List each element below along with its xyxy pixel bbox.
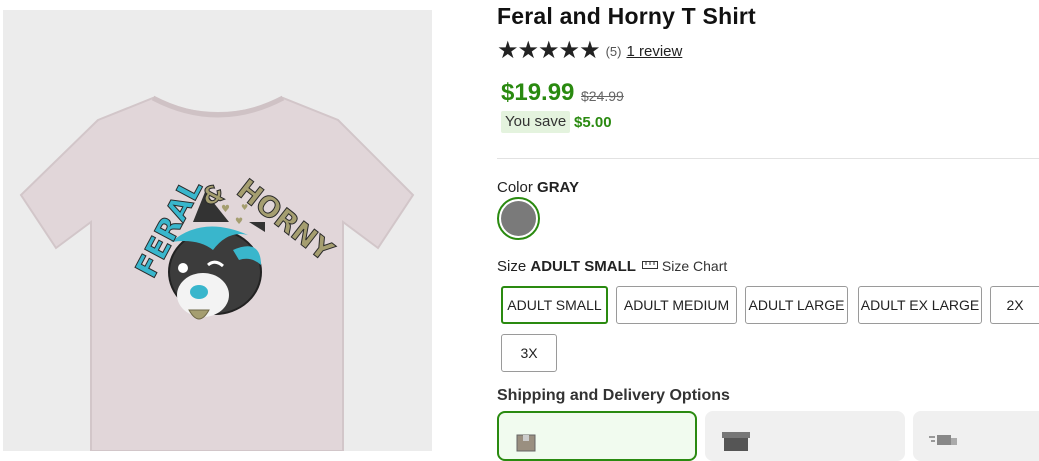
svg-text:♥: ♥ (235, 217, 243, 227)
star-icon: ★ (517, 37, 540, 64)
tshirt-illustration: ♥ ♥ ♥ FERAL & HORNY (19, 95, 415, 451)
current-price: $19.99 (501, 79, 575, 106)
shipping-option-standard[interactable] (497, 411, 697, 461)
star-icon: ★ (579, 37, 601, 64)
size-option-adult-small[interactable]: ADULT SMALL (501, 286, 608, 324)
star-rating: ★ ★ ★ ★ ★ (497, 37, 601, 64)
color-label: Color GRAY (497, 179, 579, 196)
review-link[interactable]: 1 review (626, 43, 682, 60)
product-image[interactable]: ♥ ♥ ♥ FERAL & HORNY (3, 10, 432, 451)
selected-color: GRAY (537, 179, 579, 196)
shipping-option-store[interactable] (705, 411, 905, 461)
size-option-adult-ex-large[interactable]: ADULT EX LARGE (858, 286, 982, 324)
truck-icon (929, 429, 961, 456)
shipping-section-title: Shipping and Delivery Options (497, 387, 730, 404)
divider (497, 158, 1039, 159)
product-info-panel: Feral and Horny T Shirt ★ ★ ★ ★ ★ (5) 1 … (497, 0, 1039, 461)
color-label-text: Color (497, 179, 533, 196)
ruler-icon (641, 257, 658, 275)
star-icon: ★ (497, 37, 519, 64)
rating-row: ★ ★ ★ ★ ★ (5) 1 review (497, 39, 682, 63)
you-save-label: You save (501, 111, 571, 133)
star-icon: ★ (538, 37, 560, 64)
star-icon: ★ (558, 37, 581, 64)
selected-size: ADULT SMALL (530, 257, 636, 275)
size-option-adult-large[interactable]: ADULT LARGE (745, 286, 848, 324)
size-option-adult-medium[interactable]: ADULT MEDIUM (616, 286, 737, 324)
size-label-text: Size (497, 257, 527, 275)
product-title: Feral and Horny T Shirt (497, 3, 756, 29)
size-chart-link[interactable]: Size Chart (662, 258, 727, 274)
save-amount: $5.00 (574, 114, 612, 131)
size-row: Size ADULT SMALL Size Chart (497, 257, 727, 275)
original-price: $24.99 (581, 88, 624, 104)
store-icon (721, 429, 751, 456)
size-option-3x[interactable]: 3X (501, 334, 557, 372)
size-label: Size ADULT SMALL (497, 258, 636, 275)
rating-count: (5) (605, 43, 622, 59)
shipping-option-express[interactable] (913, 411, 1039, 461)
color-swatch-gray[interactable] (497, 197, 540, 240)
swatch-fill (501, 201, 536, 236)
package-icon (515, 431, 537, 458)
size-option-2x[interactable]: 2X (990, 286, 1039, 324)
